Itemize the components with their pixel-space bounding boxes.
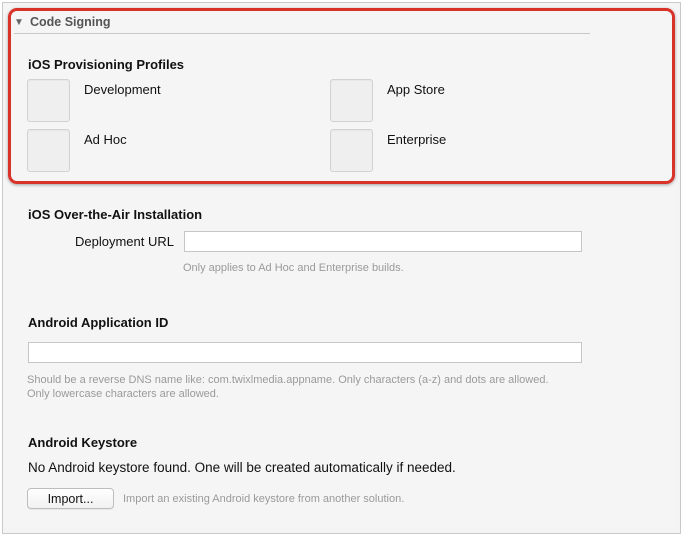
highlight-outline: [8, 8, 675, 184]
android-id-hint-line1: Should be a reverse DNS name like: com.t…: [27, 374, 549, 386]
deployment-url-hint: Only applies to Ad Hoc and Enterprise bu…: [183, 262, 404, 274]
deployment-url-label: Deployment URL: [75, 234, 174, 249]
ota-installation-heading: iOS Over-the-Air Installation: [28, 207, 203, 222]
keystore-status-text: No Android keystore found. One will be c…: [28, 460, 456, 475]
android-application-id-input[interactable]: [28, 342, 582, 363]
android-id-hint-line2: Only lowercase characters are allowed.: [27, 388, 219, 400]
import-keystore-hint: Import an existing Android keystore from…: [123, 493, 405, 505]
android-keystore-heading: Android Keystore: [28, 435, 138, 450]
deployment-url-input[interactable]: [184, 231, 582, 252]
android-application-id-heading: Android Application ID: [28, 315, 169, 330]
import-keystore-button[interactable]: Import...: [27, 488, 114, 509]
